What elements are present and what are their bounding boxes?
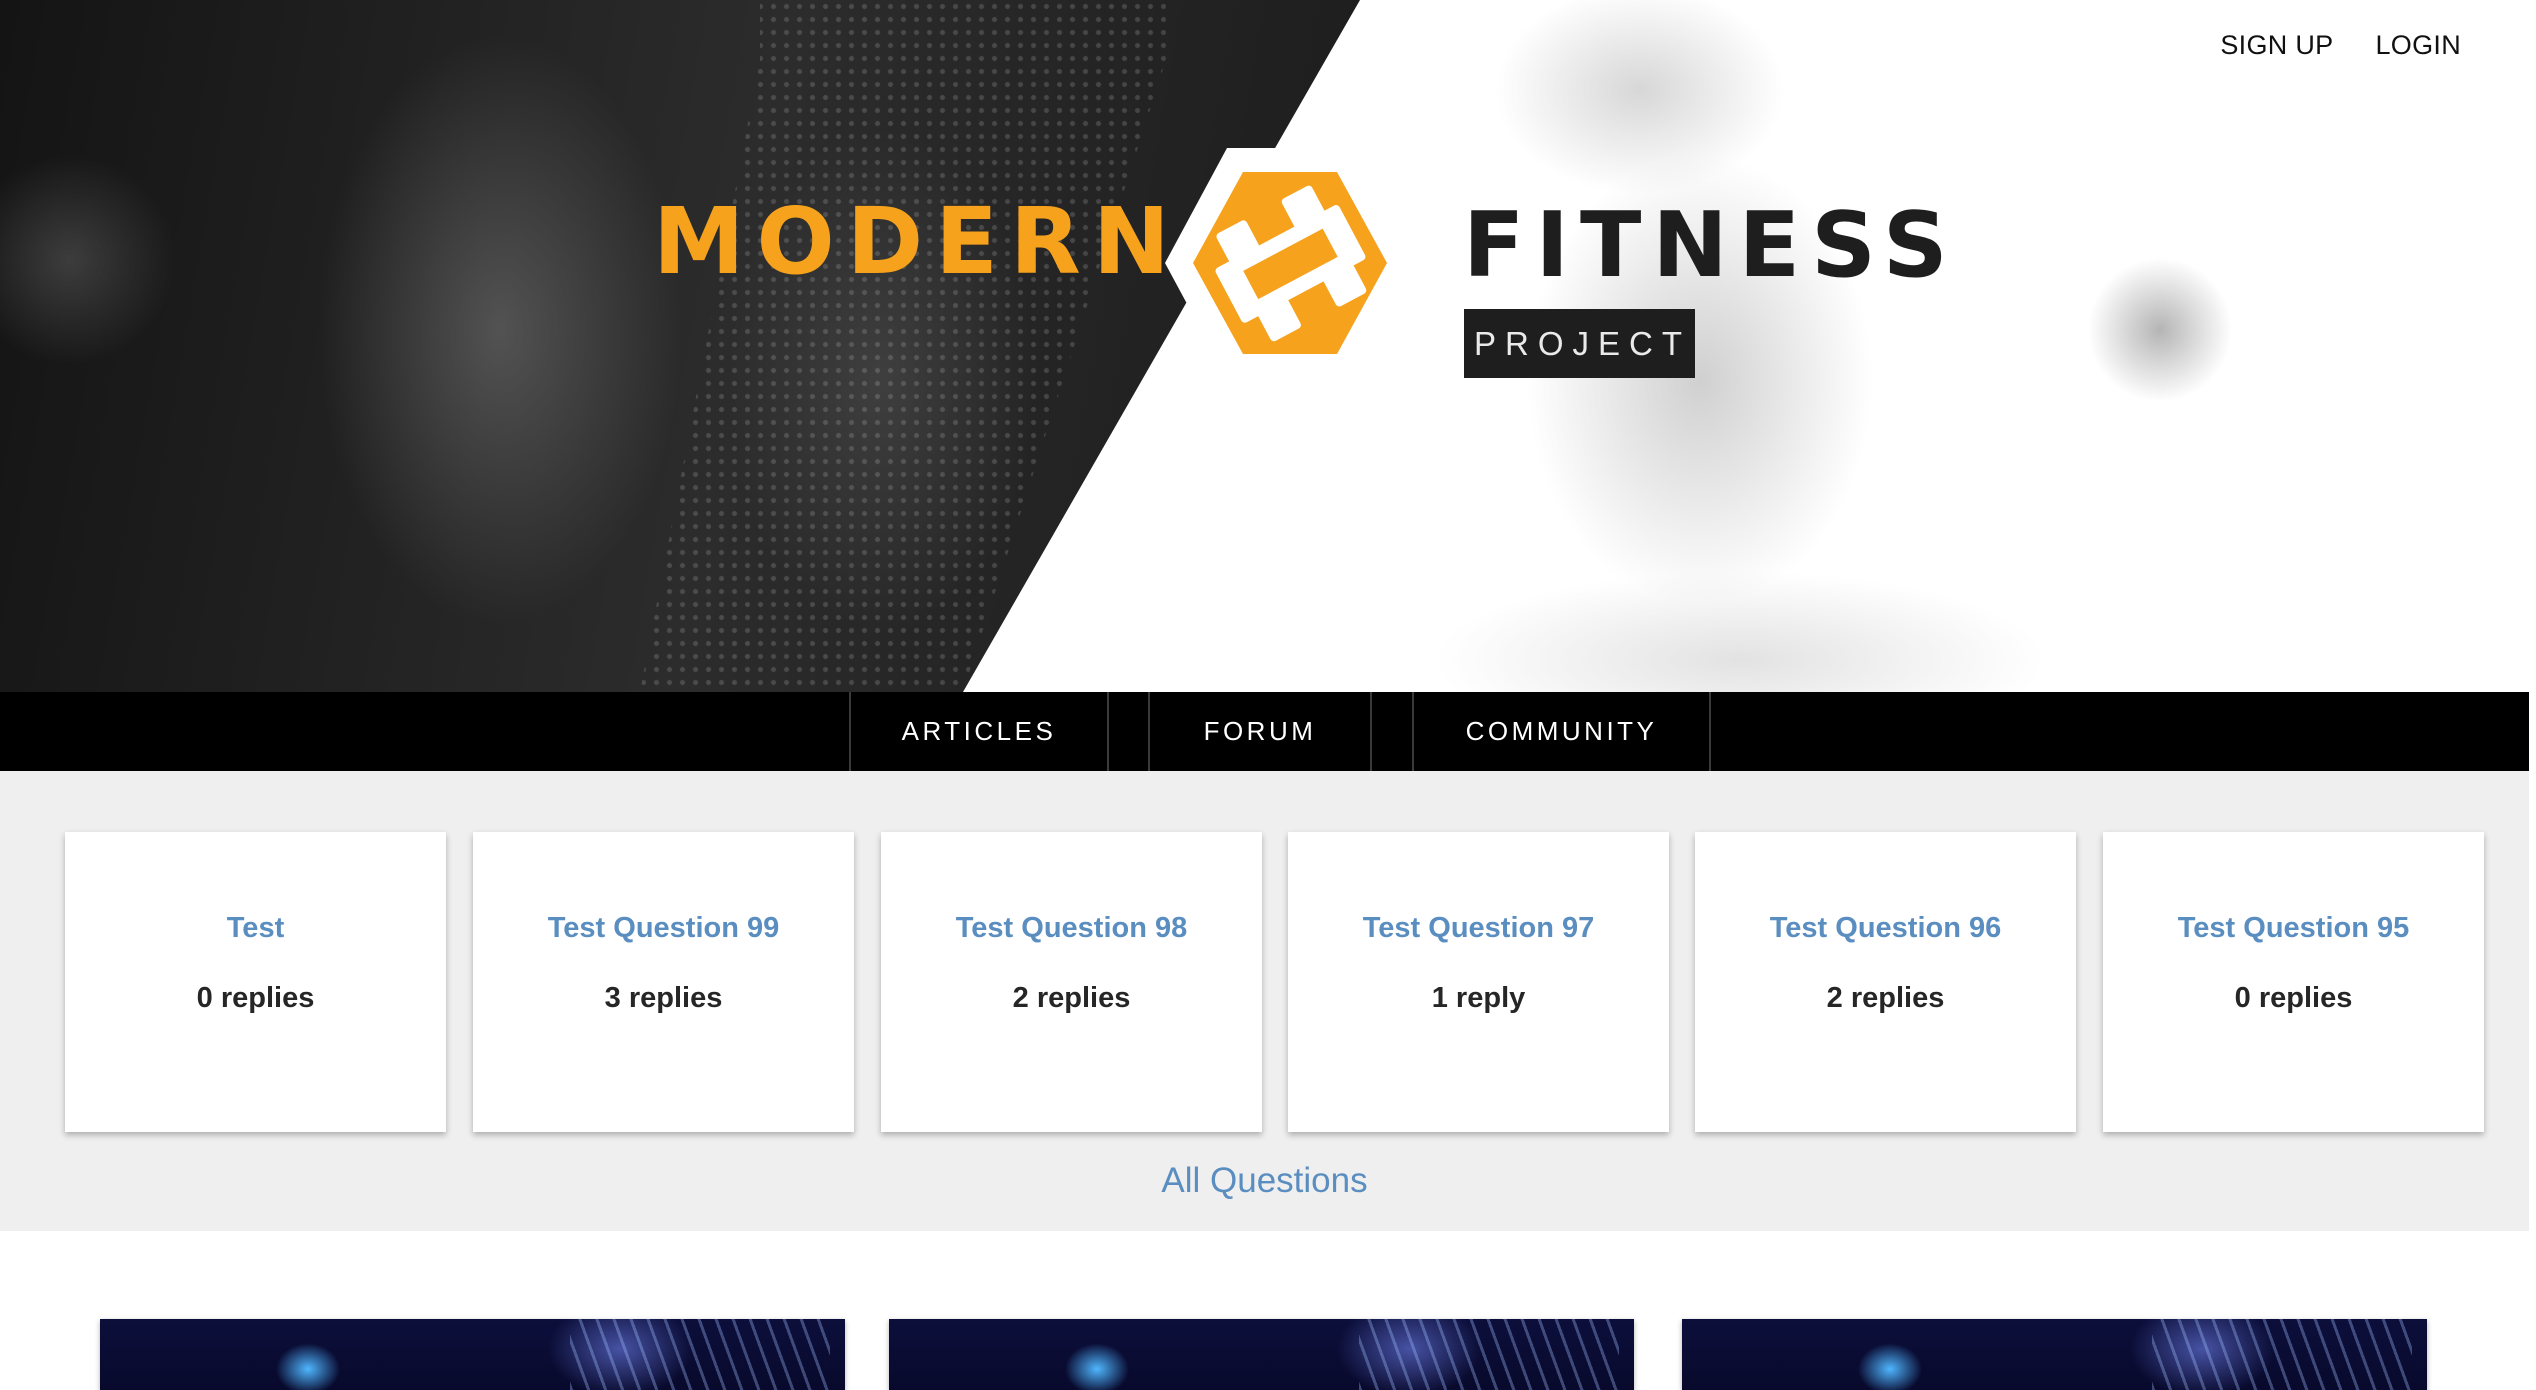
question-title[interactable]: Test Question 97 bbox=[1288, 912, 1669, 945]
logo-word-fitness: FITNESS bbox=[1463, 193, 1959, 298]
article-card[interactable] bbox=[100, 1319, 845, 1390]
question-title[interactable]: Test Question 95 bbox=[2103, 912, 2484, 945]
nav-item-articles[interactable]: ARTICLES bbox=[849, 692, 1109, 771]
recent-questions-section: Test 0 replies Test Question 99 3 replie… bbox=[0, 771, 2529, 1231]
question-reply-count: 3 replies bbox=[604, 982, 723, 1014]
question-reply-count: 1 reply bbox=[1431, 982, 1526, 1014]
question-card[interactable]: Test Question 95 0 replies bbox=[2103, 832, 2484, 1132]
question-title[interactable]: Test Question 99 bbox=[473, 912, 854, 945]
question-title[interactable]: Test Question 96 bbox=[1695, 912, 2076, 945]
question-card[interactable]: Test Question 97 1 reply bbox=[1288, 832, 1669, 1132]
dumbbell-logo-icon bbox=[1165, 148, 1415, 378]
question-reply-count: 2 replies bbox=[1826, 982, 1945, 1014]
question-title[interactable]: Test bbox=[65, 912, 446, 945]
question-title[interactable]: Test Question 98 bbox=[881, 912, 1262, 945]
nav-item-forum[interactable]: FORUM bbox=[1148, 692, 1372, 771]
question-reply-count: 0 replies bbox=[2234, 982, 2353, 1014]
article-card[interactable] bbox=[889, 1319, 1634, 1390]
main-nav: ARTICLES FORUM COMMUNITY bbox=[0, 692, 2529, 771]
article-image bbox=[1359, 1319, 1619, 1390]
auth-links: SIGN UP LOGIN bbox=[2220, 30, 2461, 61]
question-reply-count: 0 replies bbox=[196, 982, 315, 1014]
question-reply-count: 2 replies bbox=[1012, 982, 1131, 1014]
hero-banner: SIGN UP LOGIN MODERN FITNESS PROJECT bbox=[0, 0, 2529, 692]
article-image bbox=[570, 1319, 830, 1390]
login-link[interactable]: LOGIN bbox=[2375, 30, 2461, 61]
question-card[interactable]: Test Question 98 2 replies bbox=[881, 832, 1262, 1132]
question-card[interactable]: Test Question 99 3 replies bbox=[473, 832, 854, 1132]
question-card[interactable]: Test 0 replies bbox=[65, 832, 446, 1132]
nav-item-community[interactable]: COMMUNITY bbox=[1412, 692, 1711, 771]
all-questions-link[interactable]: All Questions bbox=[0, 1161, 2529, 1201]
question-card[interactable]: Test Question 96 2 replies bbox=[1695, 832, 2076, 1132]
article-card[interactable] bbox=[1682, 1319, 2427, 1390]
sign-up-link[interactable]: SIGN UP bbox=[2220, 30, 2333, 61]
logo-word-modern: MODERN bbox=[653, 188, 1182, 295]
logo-project-tag: PROJECT bbox=[1464, 309, 1695, 378]
article-image bbox=[2152, 1319, 2412, 1390]
